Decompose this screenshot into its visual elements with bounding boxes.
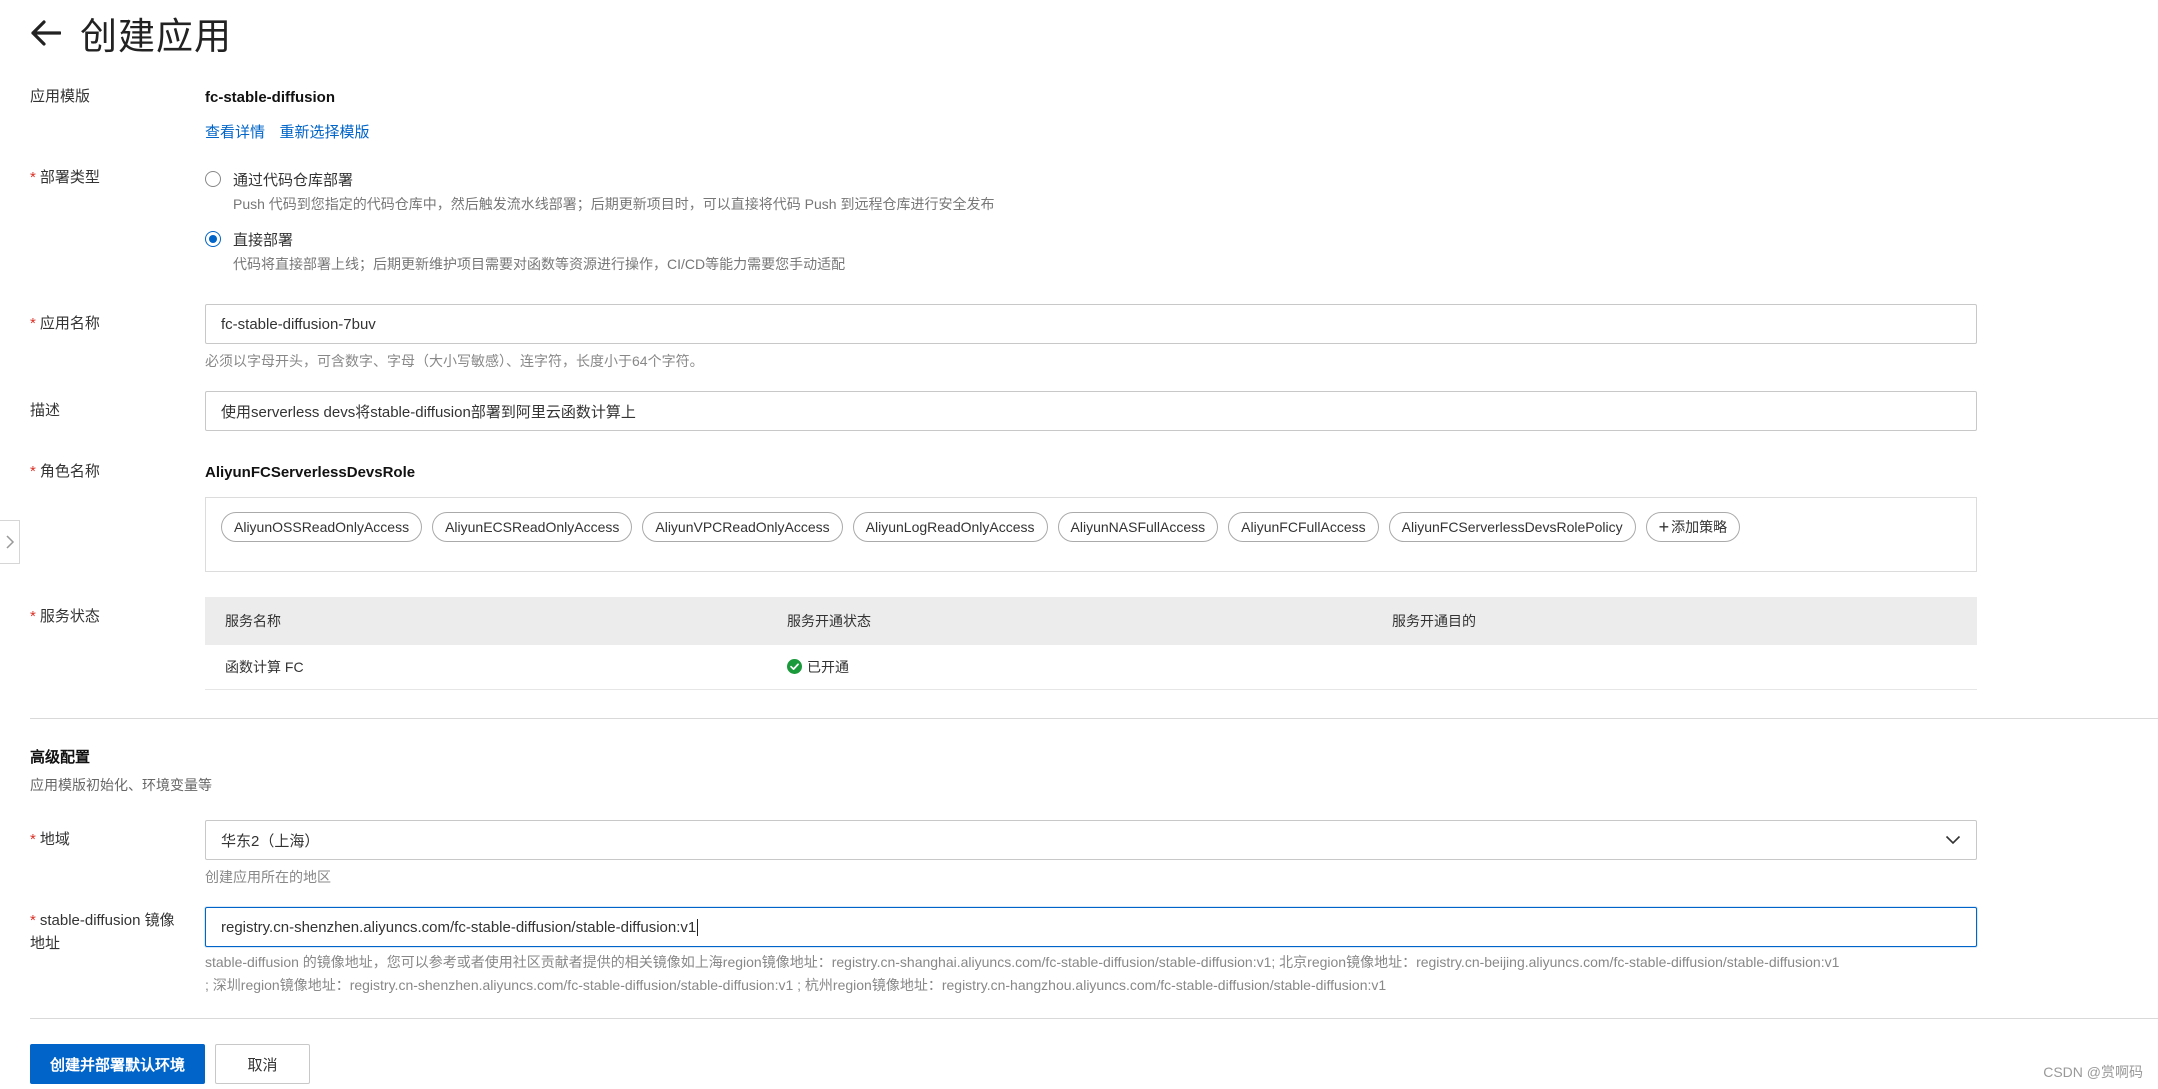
policy-tag: AliyunLogReadOnlyAccess (852, 512, 1048, 542)
deploy-option-desc: Push 代码到您指定的代码仓库中，然后触发流水线部署；后期更新项目时，可以直接… (233, 196, 995, 212)
radio-unchecked-icon[interactable] (205, 171, 221, 187)
deploy-option-label: 直接部署 (233, 231, 294, 249)
service-purpose-cell (1372, 645, 1977, 690)
policy-tag: AliyunVPCReadOnlyAccess (642, 512, 843, 542)
table-row: 函数计算 FC 已开通 (205, 645, 1977, 690)
role-name: AliyunFCServerlessDevsRole (205, 464, 416, 481)
app-name-help: 必须以字母开头，可含数字、字母（大小写敏感）、连字符，长度小于64个字符。 (205, 353, 704, 369)
policy-tag: AliyunOSSReadOnlyAccess (221, 512, 423, 542)
deploy-option-desc: 代码将直接部署上线；后期更新维护项目需要对函数等资源进行操作，CI/CD等能力需… (233, 256, 846, 272)
region-help: 创建应用所在的地区 (205, 869, 331, 885)
policy-tag: AliyunNASFullAccess (1057, 512, 1219, 542)
region-label: * 地域 (30, 831, 70, 848)
sidebar-expand-toggle[interactable] (0, 520, 20, 564)
deploy-type-row: * 部署类型 通过代码仓库部署 Push 代码到您指定的代码仓库中，然后触发流水线… (30, 168, 2158, 278)
policy-tag: AliyunFCFullAccess (1228, 512, 1379, 542)
app-name-row: * 应用名称 fc-stable-diffusion-7buv 必须以字母开头，可… (30, 304, 2158, 374)
region-select[interactable]: 华东2（上海） (205, 820, 1977, 860)
view-details-link[interactable]: 查看详情 (205, 124, 265, 141)
footer-divider (30, 1018, 2158, 1019)
deploy-option-direct[interactable]: 直接部署 (205, 228, 1977, 250)
plus-icon: + (1658, 517, 1670, 537)
template-row: 应用模版 fc-stable-diffusion 查看详情 重新选择模版 (30, 87, 2158, 147)
description-row: 描述 使用serverless devs将stable-diffusion部署到… (30, 391, 2158, 431)
page-title: 创建应用 (80, 15, 232, 58)
service-table: 服务名称 服务开通状态 服务开通目的 函数计算 FC 已开通 (205, 597, 1977, 690)
watermark: CSDN @赏啊码 (2043, 1064, 2143, 1080)
advanced-section: 高级配置 应用模版初始化、环境变量等 (30, 746, 2158, 796)
description-input[interactable]: 使用serverless devs将stable-diffusion部署到阿里云… (205, 391, 1977, 431)
advanced-subtitle: 应用模版初始化、环境变量等 (30, 777, 212, 793)
section-divider (30, 718, 2158, 719)
cancel-button[interactable]: 取消 (215, 1044, 310, 1084)
add-policy-button[interactable]: + 添加策略 (1645, 512, 1741, 542)
policy-list: AliyunOSSReadOnlyAccess AliyunECSReadOnl… (205, 497, 1977, 572)
app-name-label: * 应用名称 (30, 315, 100, 332)
description-label: 描述 (30, 402, 61, 419)
image-row: * stable-diffusion 镜像 地址 registry.cn-shen… (30, 907, 2158, 1002)
table-header-row: 服务名称 服务开通状态 服务开通目的 (205, 597, 1977, 645)
template-label: 应用模版 (30, 88, 91, 105)
app-name-input[interactable]: fc-stable-diffusion-7buv (205, 304, 1977, 344)
reselect-template-link[interactable]: 重新选择模版 (279, 124, 369, 141)
radio-checked-icon[interactable] (205, 231, 221, 247)
image-label: * stable-diffusion 镜像 地址 (30, 912, 175, 952)
deploy-type-label: * 部署类型 (30, 169, 100, 186)
region-row: * 地域 华东2（上海） 创建应用所在的地区 (30, 820, 2158, 890)
chevron-right-icon (5, 535, 14, 549)
text-caret (697, 918, 699, 936)
policy-tag: AliyunFCServerlessDevsRolePolicy (1388, 512, 1636, 542)
service-name-cell: 函数计算 FC (205, 645, 767, 690)
advanced-title: 高级配置 (30, 749, 91, 766)
deploy-option-repo[interactable]: 通过代码仓库部署 (205, 168, 1977, 190)
policy-tag: AliyunECSReadOnlyAccess (432, 512, 633, 542)
role-row: * 角色名称 AliyunFCServerlessDevsRole AliyunO… (30, 462, 2158, 572)
role-label: * 角色名称 (30, 463, 100, 480)
service-status-cell: 已开通 (767, 645, 1372, 690)
service-status-label: * 服务状态 (30, 608, 100, 625)
deploy-option-label: 通过代码仓库部署 (233, 171, 354, 189)
template-name: fc-stable-diffusion (205, 89, 335, 106)
page-header: 创建应用 (30, 8, 232, 58)
service-status-row: * 服务状态 服务名称 服务开通状态 服务开通目的 函数计算 FC 已开通 (30, 597, 2158, 692)
arrow-left-icon[interactable] (30, 17, 62, 49)
table-header-cell: 服务开通目的 (1372, 597, 1977, 645)
image-address-input[interactable]: registry.cn-shenzhen.aliyuncs.com/fc-sta… (205, 907, 1977, 947)
chevron-down-icon (1945, 835, 1961, 845)
image-help: stable-diffusion 的镜像地址，您可以参考或者使用社区贡献者提供的… (205, 954, 1840, 993)
table-header-cell: 服务开通状态 (767, 597, 1372, 645)
check-circle-icon (787, 659, 802, 675)
create-deploy-button[interactable]: 创建并部署默认环境 (30, 1044, 205, 1084)
table-header-cell: 服务名称 (205, 597, 767, 645)
